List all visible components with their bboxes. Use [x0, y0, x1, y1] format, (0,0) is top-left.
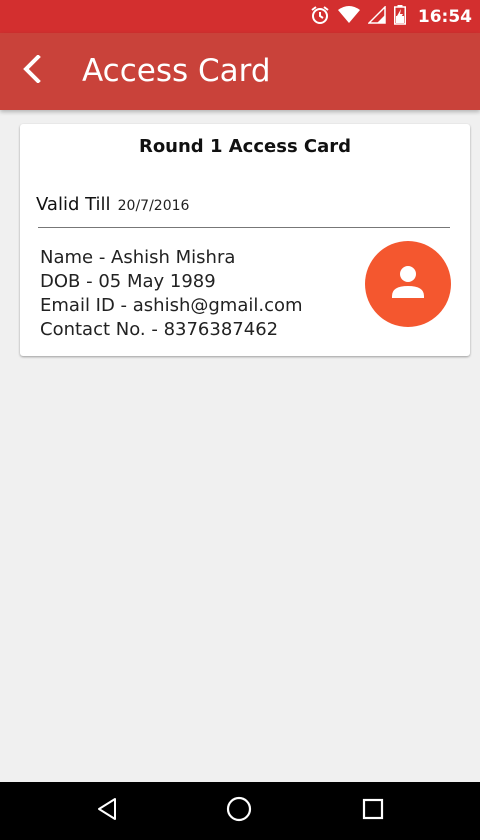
nav-recents-button[interactable]: [355, 793, 391, 829]
page-title: Access Card: [82, 53, 271, 89]
wifi-icon: [337, 5, 360, 28]
nav-back-button[interactable]: [89, 793, 125, 829]
status-time: 16:54: [417, 6, 472, 27]
home-circle-icon: [225, 795, 253, 827]
alarm-icon: [310, 5, 330, 29]
signal-icon: [367, 4, 386, 28]
divider: [38, 227, 450, 228]
status-bar: 16:54: [0, 0, 480, 33]
nav-home-button[interactable]: [221, 793, 257, 829]
card-title: Round 1 Access Card: [138, 136, 352, 157]
status-icons: 16:54: [310, 0, 472, 33]
valid-till-date: 20/7/2016: [117, 198, 190, 214]
detail-contact: Contact No. - 8376387462: [40, 319, 279, 340]
avatar: [365, 241, 451, 327]
person-icon: [388, 262, 428, 306]
battery-charging-icon: [393, 4, 406, 29]
recents-square-icon: [361, 797, 385, 825]
back-triangle-icon: [95, 797, 119, 825]
detail-name: Name - Ashish Mishra: [40, 247, 236, 268]
chevron-left-icon: [20, 54, 44, 87]
detail-email: Email ID - ashish@gmail.com: [40, 295, 303, 316]
valid-till-row: Valid Till 20/7/2016: [36, 194, 189, 215]
valid-till-label: Valid Till: [36, 194, 111, 215]
back-button[interactable]: [14, 53, 50, 89]
user-details: Name - Ashish Mishra DOB - 05 May 1989 E…: [40, 246, 303, 342]
navigation-bar: [0, 782, 480, 840]
detail-dob: DOB - 05 May 1989: [40, 271, 216, 292]
access-card: Round 1 Access Card Valid Till 20/7/2016…: [20, 124, 470, 356]
app-bar: Access Card: [0, 33, 480, 110]
